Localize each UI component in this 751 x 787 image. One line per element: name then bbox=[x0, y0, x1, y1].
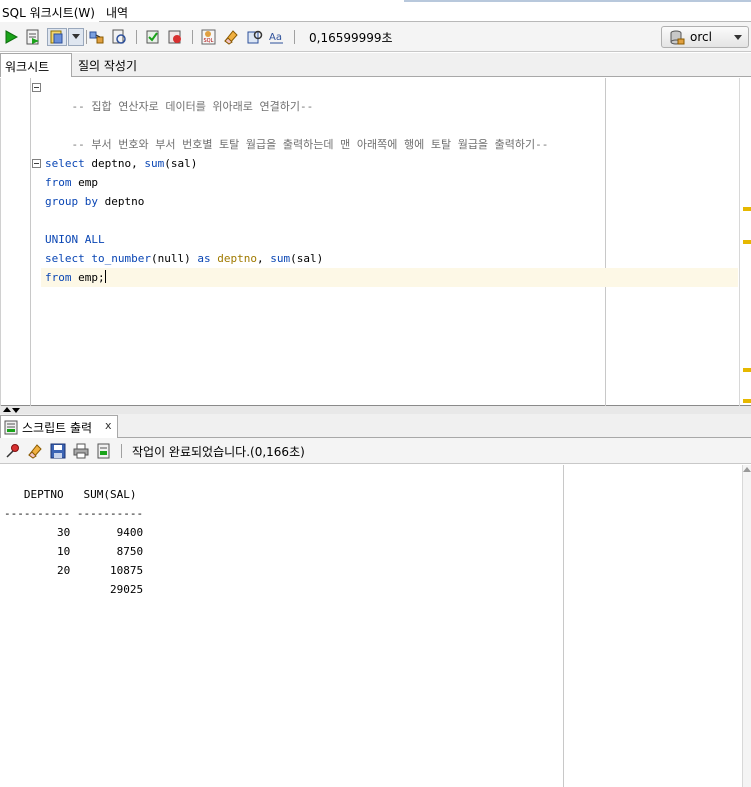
panel-splitter[interactable] bbox=[0, 406, 751, 414]
sql-keyword: from bbox=[45, 176, 72, 189]
clear-eraser-icon[interactable] bbox=[26, 442, 44, 460]
sql-columns: deptno, bbox=[84, 157, 145, 170]
toolbar-divider bbox=[136, 30, 137, 44]
overview-marker[interactable] bbox=[743, 207, 751, 211]
worksheet-toolbar: SQL Aa 0,16599999초 orcl bbox=[0, 22, 751, 52]
output-toolbar: 작업이 완료되었습니다.(0,166초) bbox=[0, 438, 751, 464]
sql-function: sum bbox=[144, 157, 165, 170]
sql-keyword: select bbox=[45, 157, 85, 170]
tab-history[interactable]: 내역 bbox=[106, 0, 132, 22]
code-line: from emp bbox=[45, 173, 98, 192]
commit-icon[interactable] bbox=[144, 28, 162, 46]
tab-script-output[interactable]: 스크립트 출력 x bbox=[0, 415, 118, 438]
sql-keyword: select bbox=[45, 252, 85, 265]
sql-tuning-icon[interactable] bbox=[110, 28, 128, 46]
result-row: 29025 bbox=[4, 583, 144, 596]
overview-marker[interactable] bbox=[743, 368, 751, 372]
toolbar-divider bbox=[294, 30, 295, 44]
sql-argument: (null) bbox=[150, 252, 191, 265]
sql-keyword: group by bbox=[45, 195, 98, 208]
save-icon[interactable] bbox=[49, 442, 67, 460]
rollback-icon[interactable] bbox=[166, 28, 184, 46]
code-line: select to_number(null) as deptno, sum(sa… bbox=[45, 249, 323, 268]
window-tab-strip: SQL 워크시트(W) 내역 bbox=[0, 0, 751, 22]
sql-punctuation: , bbox=[256, 252, 271, 265]
run-script-icon[interactable] bbox=[24, 28, 42, 46]
sql-keyword: from bbox=[45, 271, 72, 284]
svg-text:SQL: SQL bbox=[204, 38, 214, 44]
editor-gutter bbox=[30, 78, 31, 406]
editor-right-border bbox=[739, 78, 740, 406]
tab-query-builder[interactable]: 질의 작성기 bbox=[78, 53, 137, 77]
sql-alias: deptno bbox=[210, 252, 257, 265]
overview-marker[interactable] bbox=[743, 240, 751, 244]
find-db-object-icon[interactable] bbox=[246, 28, 264, 46]
sql-history-icon[interactable]: SQL bbox=[200, 28, 218, 46]
text-caret bbox=[104, 270, 106, 283]
editor-left-border bbox=[0, 78, 1, 406]
sql-keyword: UNION ALL bbox=[45, 233, 105, 246]
connection-select[interactable]: orcl bbox=[661, 26, 749, 48]
sql-comment: -- 집합 연산자로 데이터를 위아래로 연결하기-- bbox=[71, 100, 314, 113]
editor-subtabs: 워크시트 질의 작성기 bbox=[0, 53, 751, 77]
script-output-icon bbox=[4, 420, 19, 438]
chevron-down-icon bbox=[734, 35, 742, 40]
current-line-highlight bbox=[41, 268, 738, 287]
task-status: 작업이 완료되었습니다.(0,166초) bbox=[132, 445, 305, 459]
sql-argument: (sal) bbox=[290, 252, 324, 265]
tab-strip-accent bbox=[404, 0, 751, 2]
output-scrollbar[interactable] bbox=[742, 465, 751, 787]
fold-toggle-icon[interactable] bbox=[32, 159, 41, 168]
database-icon bbox=[669, 30, 685, 48]
sql-table: emp; bbox=[71, 271, 105, 284]
close-icon[interactable]: x bbox=[105, 419, 112, 432]
scroll-up-icon[interactable] bbox=[743, 467, 751, 473]
run-statement-icon[interactable] bbox=[2, 28, 20, 46]
result-header: DEPTNO SUM(SAL) bbox=[4, 488, 137, 501]
code-line: group by deptno bbox=[45, 192, 144, 211]
result-divider: ---------- ---------- bbox=[4, 507, 144, 520]
sql-table: emp bbox=[71, 176, 98, 189]
sql-function: to_number bbox=[84, 252, 151, 265]
code-line: -- 부서 번호와 부서 번호별 토탈 월급을 출력하는데 맨 아래쪽에 행에 … bbox=[45, 116, 549, 151]
code-line: select deptno, sum(sal) bbox=[45, 154, 197, 173]
svg-text:Aa: Aa bbox=[269, 32, 282, 43]
format-case-icon[interactable]: Aa bbox=[268, 28, 286, 46]
connection-name: orcl bbox=[690, 30, 712, 44]
sql-comment: -- 부서 번호와 부서 번호별 토탈 월급을 출력하는데 맨 아래쪽에 행에 … bbox=[71, 138, 549, 151]
result-row: 10 8750 bbox=[4, 545, 144, 558]
code-line: -- 집합 연산자로 데이터를 위아래로 연결하기-- bbox=[45, 78, 314, 113]
open-output-icon[interactable] bbox=[95, 442, 113, 460]
clear-eraser-icon[interactable] bbox=[222, 28, 240, 46]
code-line: UNION ALL bbox=[45, 230, 105, 249]
sql-argument: (sal) bbox=[164, 157, 198, 170]
maximize-up-icon[interactable] bbox=[3, 407, 11, 412]
result-row: 20 10875 bbox=[4, 564, 144, 577]
explain-plan-icon[interactable] bbox=[88, 28, 106, 46]
fold-toggle-icon[interactable] bbox=[32, 83, 41, 92]
overview-marker[interactable] bbox=[743, 399, 751, 403]
elapsed-time: 0,16599999초 bbox=[309, 31, 393, 45]
editor-right-margin bbox=[605, 78, 606, 406]
result-row: 30 9400 bbox=[4, 526, 144, 539]
autotrace-icon[interactable] bbox=[47, 28, 67, 46]
sql-function: sum bbox=[270, 252, 291, 265]
sql-editor[interactable]: -- 집합 연산자로 데이터를 위아래로 연결하기-- -- 부서 번호와 부서… bbox=[0, 78, 751, 406]
toolbar-divider bbox=[121, 444, 122, 458]
pin-icon[interactable] bbox=[4, 442, 22, 460]
sql-keyword: as bbox=[190, 252, 211, 265]
code-line: from emp; bbox=[45, 268, 106, 287]
tab-sql-worksheet[interactable]: SQL 워크시트(W) bbox=[0, 0, 99, 22]
print-icon[interactable] bbox=[72, 442, 90, 460]
tab-worksheet[interactable]: 워크시트 bbox=[0, 53, 72, 77]
chevron-down-icon[interactable] bbox=[68, 28, 84, 46]
script-output-area[interactable]: DEPTNO SUM(SAL) ---------- ---------- 30… bbox=[0, 465, 751, 787]
sql-columns: deptno bbox=[97, 195, 145, 208]
output-margin-line bbox=[563, 465, 564, 787]
toolbar-divider bbox=[86, 30, 87, 44]
minimize-down-icon[interactable] bbox=[12, 408, 20, 413]
toolbar-divider bbox=[192, 30, 193, 44]
output-tab-strip: 스크립트 출력 x bbox=[0, 414, 751, 438]
tab-label: 스크립트 출력 bbox=[22, 421, 93, 435]
